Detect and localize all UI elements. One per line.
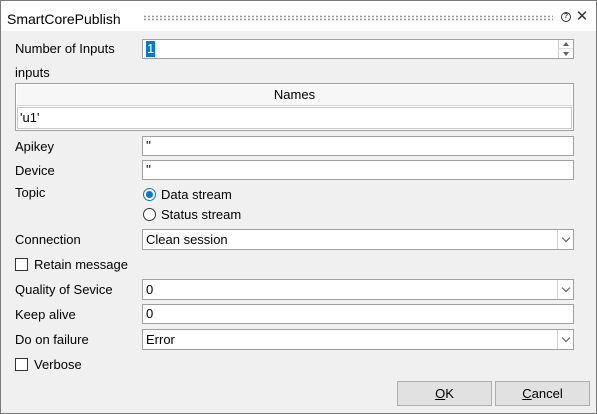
- ok-button[interactable]: OK: [397, 381, 492, 406]
- status-stream-radio[interactable]: [143, 208, 156, 221]
- title-bar[interactable]: SmartCorePublish ? ✕: [1, 1, 596, 31]
- connection-label: Connection: [15, 232, 81, 247]
- verbose-checkbox[interactable]: [15, 358, 28, 371]
- smartcorepublish-dialog: SmartCorePublish ? ✕ Number of Inputs 1 …: [0, 0, 597, 414]
- window-title: SmartCorePublish: [7, 11, 121, 27]
- drag-grip[interactable]: [143, 15, 553, 21]
- verbose-label[interactable]: Verbose: [34, 357, 82, 373]
- cancel-label-rest: ancel: [531, 386, 563, 401]
- keep-alive-label: Keep alive: [15, 307, 76, 322]
- chevron-down-icon: [561, 333, 570, 343]
- do-on-failure-dropdown-button[interactable]: [557, 330, 573, 349]
- table-cell[interactable]: 'u1': [17, 107, 572, 129]
- inputs-table: Names 'u1': [15, 83, 574, 131]
- arrow-up-icon: [563, 42, 569, 46]
- arrow-down-icon: [563, 51, 569, 56]
- topic-label: Topic: [15, 185, 46, 200]
- quality-of-service-label: Quality of Sevice: [15, 282, 113, 297]
- data-stream-radio[interactable]: [143, 188, 156, 201]
- device-label: Device: [15, 163, 55, 178]
- quality-of-service-select[interactable]: 0: [142, 279, 574, 300]
- quality-of-service-value: 0: [146, 282, 154, 297]
- quality-of-service-dropdown-button[interactable]: [557, 280, 573, 299]
- device-input[interactable]: '': [142, 160, 574, 180]
- spinner-buttons: [558, 40, 573, 58]
- help-icon: ?: [561, 12, 571, 22]
- retain-message-label[interactable]: Retain message: [34, 257, 128, 273]
- number-of-inputs-spinner[interactable]: 1: [142, 39, 574, 59]
- inputs-label: inputs: [15, 65, 50, 80]
- apikey-value: '': [146, 138, 151, 153]
- keep-alive-value: 0: [146, 306, 154, 321]
- close-icon: ✕: [575, 8, 589, 25]
- number-of-inputs-label: Number of Inputs: [15, 41, 115, 56]
- chevron-down-icon: [561, 233, 570, 243]
- table-header-names[interactable]: Names: [17, 85, 572, 106]
- do-on-failure-select[interactable]: Error: [142, 329, 574, 350]
- connection-value: Clean session: [146, 232, 228, 247]
- close-button[interactable]: ✕: [575, 8, 589, 25]
- spinner-down-button[interactable]: [558, 49, 573, 58]
- apikey-label: Apikey: [15, 139, 55, 154]
- cancel-button[interactable]: Cancel: [495, 381, 590, 406]
- apikey-input[interactable]: '': [142, 136, 574, 156]
- ok-mnemonic: O: [435, 386, 446, 401]
- table-cell-value: 'u1': [20, 110, 40, 125]
- cancel-mnemonic: C: [522, 386, 532, 401]
- number-of-inputs-value[interactable]: 1: [146, 41, 156, 57]
- device-value: '': [146, 162, 151, 177]
- connection-select[interactable]: Clean session: [142, 229, 574, 250]
- retain-message-checkbox[interactable]: [15, 258, 28, 271]
- keep-alive-input[interactable]: 0: [142, 304, 574, 324]
- do-on-failure-value: Error: [146, 332, 175, 347]
- connection-dropdown-button[interactable]: [557, 230, 573, 249]
- chevron-down-icon: [561, 283, 570, 293]
- data-stream-label[interactable]: Data stream: [161, 187, 232, 203]
- do-on-failure-label: Do on failure: [15, 332, 89, 347]
- help-button[interactable]: ?: [559, 10, 573, 24]
- spinner-up-button[interactable]: [558, 40, 573, 49]
- status-stream-label[interactable]: Status stream: [161, 207, 241, 223]
- ok-label-rest: K: [445, 386, 454, 401]
